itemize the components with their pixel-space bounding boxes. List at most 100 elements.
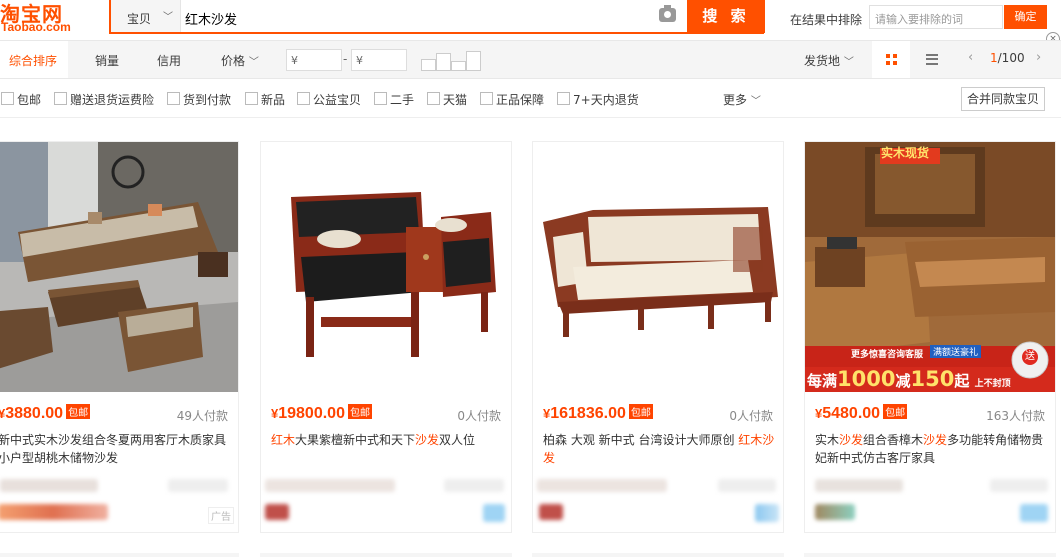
product-image[interactable]: 实木现货 更多惊喜咨询客服 满额送豪礼 每满1000减150起 上不封顶 送	[805, 142, 1055, 392]
page-total: /100	[997, 51, 1025, 65]
search-box: 宝贝 ﹀ 红木沙发 搜 索	[109, 0, 765, 34]
more-filters-button[interactable]: 更多 ﹀	[723, 91, 761, 108]
product-title[interactable]: 红木大果紫檀新中式和天下沙发双人位	[271, 431, 503, 449]
sort-sales[interactable]: 销量	[95, 52, 119, 69]
exclude-label: 在结果中排除	[790, 13, 863, 27]
promo-text: 上不封顶	[974, 379, 1011, 389]
ship-from-label: 发货地	[804, 54, 841, 68]
product-card[interactable]: 实木现货 更多惊喜咨询客服 满额送豪礼 每满1000减150起 上不封顶 送 ¥…	[804, 141, 1056, 533]
filter-7day-return[interactable]: 7+天内退货	[557, 91, 639, 108]
filter-second-hand[interactable]: 二手	[374, 91, 414, 108]
sort-price-label: 价格	[221, 54, 246, 68]
filter-return-insurance[interactable]: 赠送退货运费险	[54, 91, 154, 108]
shop-icon-blurred	[483, 504, 505, 522]
product-card[interactable]: ¥19800.00 包邮 0人付款 红木大果紫檀新中式和天下沙发双人位	[260, 141, 512, 533]
chevron-down-icon: ﹀	[843, 57, 854, 68]
filter-charity[interactable]: 公益宝贝	[297, 91, 361, 108]
title-text: 柏森 大观 新中式 台湾设计大师原创	[543, 433, 739, 447]
price-min-input[interactable]: ¥	[286, 49, 342, 71]
product-price: ¥161836.00 包邮	[543, 404, 653, 423]
price-value: 19800.00	[278, 405, 345, 422]
grid-view-toggle[interactable]	[872, 41, 910, 78]
title-highlight: 沙发	[415, 433, 440, 447]
product-card[interactable]: ¥3880.00 包邮 49人付款 新中式实木沙发组合冬夏两用客厅木质家具小户型胡…	[0, 141, 239, 533]
exclude-confirm-button[interactable]: 确定	[1004, 5, 1047, 29]
free-shipping-badge: 包邮	[628, 404, 653, 419]
taobao-logo[interactable]: 淘宝网 Taobao.com	[0, 0, 100, 38]
price-value: 5480.00	[822, 405, 881, 422]
title-text: 组合香樟木	[863, 433, 924, 447]
location-blurred	[444, 479, 504, 492]
price-range-histogram[interactable]	[421, 49, 483, 71]
filter-cash-on-delivery[interactable]: 货到付款	[167, 91, 231, 108]
camera-icon[interactable]	[659, 5, 676, 22]
promo-number: 150	[910, 367, 955, 391]
location-blurred	[168, 479, 228, 492]
product-image[interactable]	[261, 142, 511, 392]
price-value: 161836.00	[550, 405, 626, 422]
filter-genuine[interactable]: 正品保障	[480, 91, 544, 108]
search-input[interactable]: 红木沙发	[185, 9, 237, 28]
promo-number: 1000	[837, 367, 896, 391]
promo-tag: 实木现货	[881, 146, 930, 160]
promo-coupon: 满额送豪礼	[930, 345, 982, 358]
sort-bar: 综合排序 销量 信用 价格 ﹀ ¥ - ¥ 发货地 ﹀ ‹ 1/100 ›	[0, 40, 1061, 79]
exclude-input[interactable]: 请输入要排除的词	[869, 5, 1003, 29]
shop-name-blurred	[537, 479, 667, 492]
search-button[interactable]: 搜 索	[687, 0, 765, 33]
filter-bar: 包邮 赠送退货运费险 货到付款 新品 公益宝贝 二手 天猫 正品保障 7+天内退…	[0, 80, 1061, 118]
title-highlight: 红木	[271, 433, 296, 447]
shop-badges-blurred	[815, 504, 855, 520]
title-highlight: 沙发	[839, 433, 864, 447]
paid-count: 0人付款	[457, 409, 501, 423]
filter-free-shipping[interactable]: 包邮	[1, 91, 41, 108]
filter-tmall[interactable]: 天猫	[427, 91, 467, 108]
list-view-icon[interactable]	[926, 54, 938, 65]
sort-credit[interactable]: 信用	[157, 52, 181, 69]
paid-count: 49人付款	[176, 409, 228, 423]
product-price: ¥19800.00 包邮	[271, 404, 372, 423]
grid-view-icon	[886, 54, 897, 65]
ship-from-dropdown[interactable]: 发货地 ﹀	[804, 52, 854, 69]
price-dash: -	[343, 52, 348, 66]
logo-text-en: Taobao.com	[1, 20, 71, 34]
prev-page-icon[interactable]: ‹	[968, 50, 973, 65]
product-title[interactable]: 实木沙发组合香樟木沙发多功能转角储物贵妃新中式仿古客厅家具	[815, 431, 1047, 467]
next-page-icon[interactable]: ›	[1036, 50, 1041, 65]
shop-name-blurred	[0, 479, 98, 492]
product-image[interactable]	[0, 142, 238, 392]
product-price: ¥3880.00 包邮	[0, 404, 91, 423]
shop-badges-blurred	[539, 504, 563, 520]
title-text: 新中式实木沙发组合冬夏两用客厅木质家具小户型胡桃木储物沙发	[0, 433, 227, 465]
merge-same-items-button[interactable]: 合并同款宝贝	[961, 87, 1045, 111]
product-image[interactable]	[533, 142, 783, 392]
title-text: 实木	[815, 433, 840, 447]
promo-text: 减	[895, 372, 911, 390]
filter-new[interactable]: 新品	[245, 91, 285, 108]
sort-price[interactable]: 价格 ﹀	[221, 52, 259, 69]
price-max-input[interactable]: ¥	[351, 49, 407, 71]
search-scope-dropdown[interactable]: 宝贝 ﹀	[111, 0, 181, 32]
ad-tag: 广告	[208, 507, 234, 524]
shop-badges-blurred	[0, 504, 108, 520]
gift-badge: 送	[1022, 349, 1038, 365]
paid-count: 163人付款	[986, 409, 1045, 423]
product-title[interactable]: 新中式实木沙发组合冬夏两用客厅木质家具小户型胡桃木储物沙发	[0, 431, 230, 467]
promo-text: 每满	[807, 372, 838, 390]
chevron-down-icon: ﹀	[750, 96, 761, 107]
promo-text: 起	[954, 372, 970, 390]
chevron-down-icon: ﹀	[248, 57, 259, 68]
promo-bar: 更多惊喜咨询客服	[851, 350, 924, 360]
more-filters-label: 更多	[723, 93, 748, 107]
free-shipping-badge: 包邮	[66, 404, 91, 419]
sort-default[interactable]: 综合排序	[9, 52, 57, 69]
shop-icon-blurred	[755, 504, 779, 522]
product-title[interactable]: 柏森 大观 新中式 台湾设计大师原创 红木沙发	[543, 431, 775, 467]
title-highlight: 沙发	[923, 433, 948, 447]
page-indicator: 1/100	[990, 51, 1025, 65]
product-card[interactable]: ¥161836.00 包邮 0人付款 柏森 大观 新中式 台湾设计大师原创 红木沙…	[532, 141, 784, 533]
page-current: 1	[990, 51, 998, 65]
shop-icon-blurred	[1020, 504, 1048, 522]
product-price: ¥5480.00 包邮	[815, 404, 908, 423]
search-scope-label: 宝贝	[127, 12, 152, 26]
